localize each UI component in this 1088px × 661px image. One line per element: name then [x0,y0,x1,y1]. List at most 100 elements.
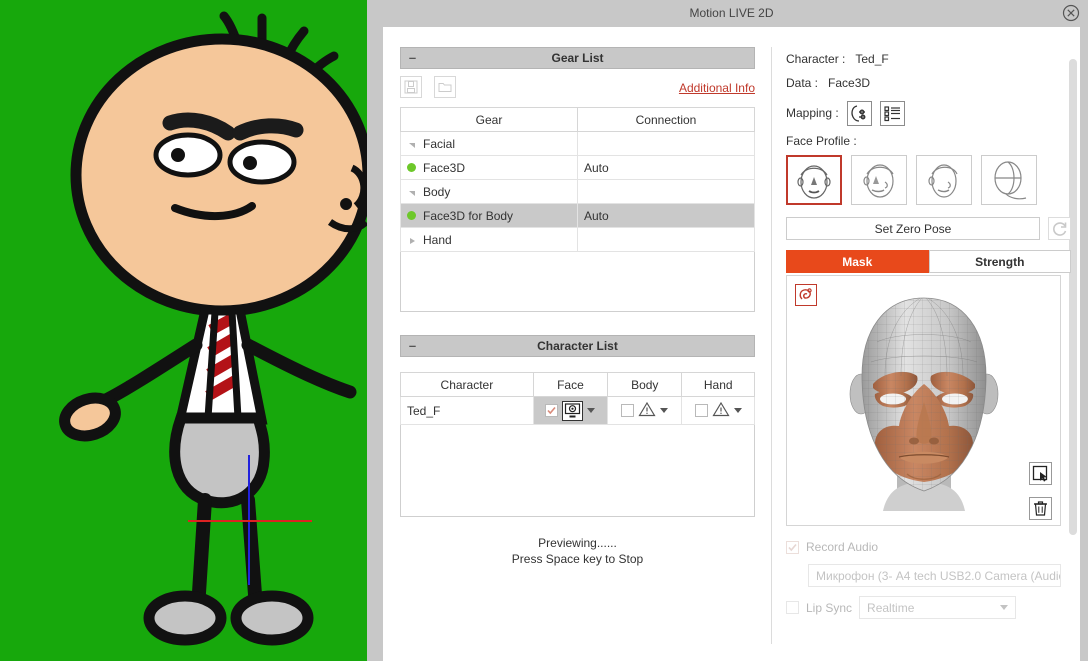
gear-list-empty-area[interactable] [400,252,755,312]
warning-triangle-icon [712,401,730,420]
lip-sync-checkbox[interactable] [786,601,799,614]
hand-cell[interactable] [681,396,755,425]
body-column-header: Body [607,372,683,397]
face-wireframe-icon[interactable] [981,155,1037,205]
gear-label: Hand [423,232,452,247]
body-cell[interactable] [607,396,683,425]
motion-live-2d-dialog: Motion LIVE 2D – Gear List Additional In… [375,0,1088,661]
mask-brush-icon[interactable] [795,284,817,306]
character-list-table: Character Face Body Hand Ted_F [400,372,755,425]
gear-cell[interactable]: Facial [400,131,578,156]
gear-table-header-row: Gear Connection [400,107,755,132]
face-side-icon[interactable] [916,155,972,205]
data-info-value: Face3D [828,76,871,90]
connection-column-header: Connection [577,107,755,132]
chevron-right-icon[interactable] [407,235,421,245]
preview-divider [367,0,375,661]
gear-list-title: Gear List [551,51,604,65]
character-list-empty-area[interactable] [400,425,755,517]
gear-label: Face3D for Body [423,208,514,223]
body-checkbox[interactable] [621,404,635,417]
tab-strength[interactable]: Strength [928,250,1071,273]
character-info-label: Character : [786,52,846,66]
lip-sync-label: Lip Sync [806,600,853,615]
status-dot-icon [407,211,416,220]
face-profile-label: Face Profile : [786,134,857,148]
gear-cell[interactable]: Hand [400,227,578,252]
mask-preview-stage[interactable] [786,275,1061,526]
preview-status: Previewing...... Press Space key to Stop [400,535,755,567]
warning-triangle-icon [638,401,656,420]
connection-cell[interactable]: Auto [577,203,755,228]
gear-toolbar: Additional Info [400,69,755,107]
record-audio-checkbox[interactable] [786,540,799,554]
connection-cell[interactable] [577,179,755,204]
chevron-down-icon[interactable] [407,139,421,149]
gear-label: Body [423,184,451,199]
face-profile-list [786,155,1071,205]
save-gear-button[interactable] [400,76,422,98]
character-column-header: Character [400,372,534,397]
face-mapping-icon[interactable] [846,100,872,126]
gear-list-header[interactable]: – Gear List [400,47,755,69]
dialog-body: – Gear List Additional Info Gear Connect… [383,27,1080,661]
table-row[interactable]: Facial [400,131,755,156]
character-list-collapse-toggle[interactable]: – [407,339,418,352]
face-dropdown-caret[interactable] [587,408,596,413]
table-row[interactable]: Ted_F [400,396,755,425]
connection-cell[interactable] [577,131,755,156]
lip-sync-row[interactable]: Lip Sync Realtime [786,596,1071,619]
character-list-title: Character List [537,339,618,353]
marquee-select-icon[interactable] [1029,462,1052,485]
status-line-2: Press Space key to Stop [511,552,644,566]
character-list-header[interactable]: – Character List [400,335,755,357]
face-column-header: Face [532,372,609,397]
trash-icon[interactable] [1029,497,1052,520]
open-folder-icon [438,83,452,92]
microphone-select[interactable]: Микрофон (3- A4 tech USB2.0 Camera (Audi… [808,564,1061,587]
lip-sync-value: Realtime [867,600,915,615]
body-dropdown-caret[interactable] [660,408,669,413]
connection-cell[interactable]: Auto [577,155,755,180]
tab-mask[interactable]: Mask [786,250,929,273]
close-icon[interactable] [1062,4,1080,22]
mapping-row: Mapping : [786,98,1071,128]
mask-strength-tabs: Mask Strength [786,250,1071,273]
additional-info-link[interactable]: Additional Info [679,81,755,95]
data-info-row: Data : Face3D [786,71,1071,95]
character-preview-viewport[interactable] [0,0,367,661]
character-table-header-row: Character Face Body Hand [400,372,755,397]
list-mapping-icon[interactable] [879,100,905,126]
face-three-quarter-icon[interactable] [851,155,907,205]
face-front-icon[interactable] [786,155,842,205]
gear-cell[interactable]: Face3D [400,155,578,180]
gear-cell[interactable]: Body [400,179,578,204]
chevron-down-icon[interactable] [407,187,421,197]
left-column: – Gear List Additional Info Gear Connect… [400,47,755,567]
zero-pose-row: Set Zero Pose [786,217,1071,240]
lip-sync-mode-select[interactable]: Realtime [859,596,1017,619]
table-row[interactable]: Body [400,179,755,204]
gear-cell[interactable]: Face3D for Body [400,203,578,228]
hand-checkbox[interactable] [694,404,708,417]
character-artwork [59,11,367,646]
table-row[interactable]: Face3D Auto [400,155,755,180]
mapping-label: Mapping : [786,106,839,120]
refresh-icon[interactable] [1048,217,1071,240]
hand-dropdown-caret[interactable] [733,408,742,413]
face-cell[interactable] [532,396,609,425]
record-audio-row[interactable]: Record Audio [786,538,1071,556]
set-zero-pose-button[interactable]: Set Zero Pose [786,217,1040,240]
webcam-icon[interactable] [562,400,584,421]
gear-list-collapse-toggle[interactable]: – [407,51,418,64]
dialog-titlebar[interactable]: Motion LIVE 2D [375,0,1088,27]
face-checkbox[interactable] [545,404,559,417]
microphone-value: Микрофон (3- A4 tech USB2.0 Camera (Audi… [816,568,1061,583]
chevron-down-icon[interactable] [1000,605,1009,610]
table-row[interactable]: Hand [400,227,755,252]
open-gear-button[interactable] [434,76,457,98]
gear-list-table: Gear Connection Facial Face3D Auto Body … [400,107,755,252]
table-row[interactable]: Face3D for Body Auto [400,203,755,228]
character-name-cell[interactable]: Ted_F [400,396,534,425]
connection-cell[interactable] [577,227,755,252]
